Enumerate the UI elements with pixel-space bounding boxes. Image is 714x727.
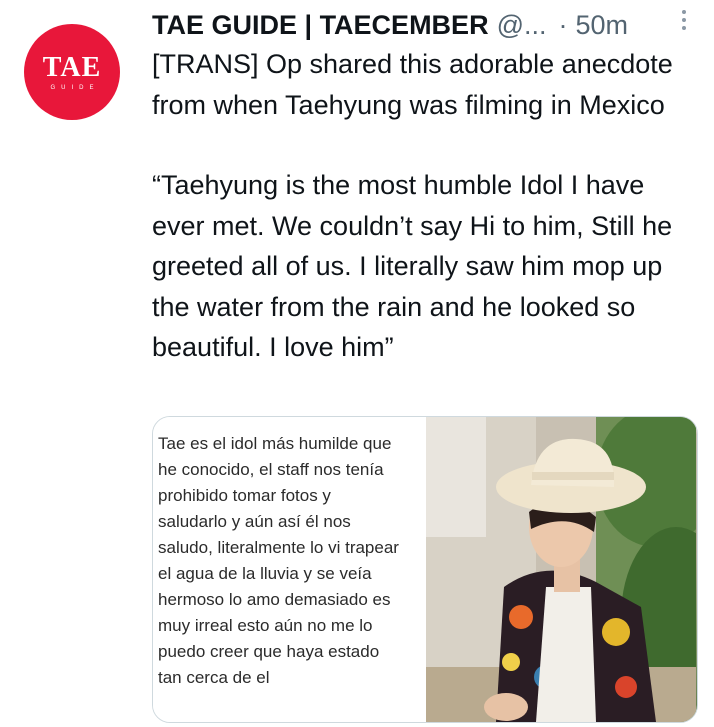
- avatar-logo-subtext: GUIDE: [50, 84, 100, 91]
- screenshot-line: prohibido tomar fotos y: [158, 486, 331, 505]
- separator-dot: ·: [558, 9, 568, 40]
- screenshot-line: saludo, literalmente lo vi trapear: [158, 538, 399, 557]
- display-name[interactable]: TAE GUIDE | TAECEMBER: [152, 10, 489, 41]
- screenshot-text: Tae es el idol más humilde que he conocid…: [158, 431, 424, 691]
- screenshot-line: puedo creer que haya estado: [158, 642, 380, 661]
- more-options-icon[interactable]: [682, 10, 686, 30]
- photo-illustration: [426, 417, 697, 722]
- tweet-intro: [TRANS] Op shared this adorable anecdote…: [152, 49, 673, 120]
- media-image-screenshot[interactable]: Tae es el idol más humilde que he conocid…: [153, 417, 426, 722]
- screenshot-line: tan cerca de el: [158, 668, 270, 687]
- media-grid: Tae es el idol más humilde que he conocid…: [152, 416, 698, 723]
- screenshot-line: muy irreal esto aún no me lo: [158, 616, 373, 635]
- screenshot-line: he conocido, el staff nos tenía: [158, 460, 384, 479]
- tweet-text: [TRANS] Op shared this adorable anecdote…: [152, 44, 697, 368]
- tweet-header: TAE GUIDE | TAECEMBER @... · 50m: [152, 6, 690, 44]
- timestamp[interactable]: 50m: [576, 10, 629, 41]
- media-image-photo[interactable]: [426, 417, 697, 722]
- avatar[interactable]: TAE GUIDE: [24, 24, 120, 120]
- screenshot-line: hermoso lo amo demasiado es: [158, 590, 391, 609]
- avatar-logo-text: TAE: [42, 51, 102, 83]
- screenshot-line: el agua de la lluvia y se veía: [158, 564, 372, 583]
- screenshot-line: Tae es el idol más humilde que: [158, 434, 392, 453]
- handle[interactable]: @...: [497, 10, 547, 41]
- screenshot-line: saludarlo y aún así él nos: [158, 512, 351, 531]
- tweet-quote: “Taehyung is the most humble Idol I have…: [152, 170, 673, 362]
